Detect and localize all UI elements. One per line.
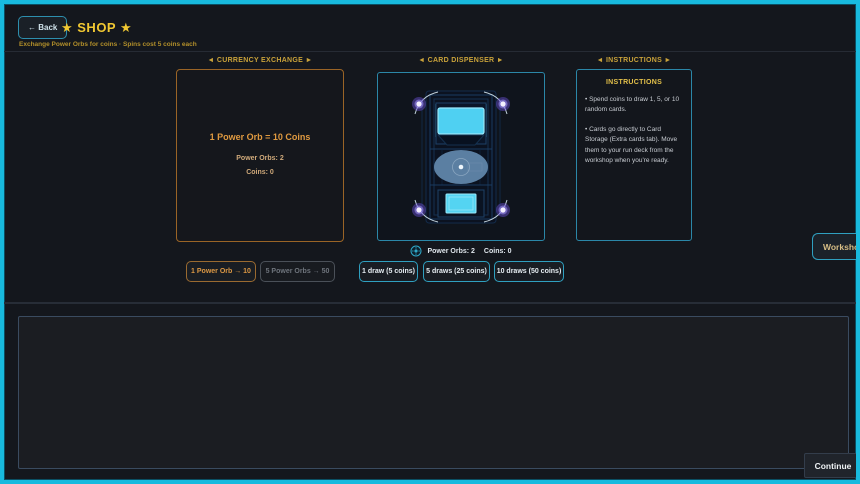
instruction-bullet: • Spend coins to draw 1, 5, or 10 random…: [585, 95, 683, 116]
card-dispenser-machine-illustration: [402, 83, 520, 231]
status-power-orbs: Power Orbs: 2: [427, 248, 474, 255]
currency-exchange-section-title: ◄ CURRENCY EXCHANGE ►: [176, 57, 344, 64]
exchange-rate-text: 1 Power Orb = 10 Coins: [210, 132, 311, 142]
exchange-1-orb-button[interactable]: 1 Power Orb → 10: [186, 261, 256, 282]
dispenser-status-row: Power Orbs: 2 Coins: 0: [377, 245, 545, 257]
shop-screen: ← Back ★ SHOP ★ Exchange Power Orbs for …: [0, 0, 860, 484]
power-orbs-count: Power Orbs: 2: [236, 155, 283, 162]
shop-subtitle: Exchange Power Orbs for coins · Spins co…: [19, 41, 197, 48]
continue-button[interactable]: Continue: [804, 453, 860, 478]
instructions-section-title: ◄ INSTRUCTIONS ►: [576, 57, 692, 64]
instructions-panel: INSTRUCTIONS • Spend coins to draw 1, 5,…: [576, 69, 692, 241]
instruction-bullet: • Cards go directly to Card Storage (Ext…: [585, 125, 683, 167]
draw-10-button[interactable]: 10 draws (50 coins): [494, 261, 564, 282]
workshop-button[interactable]: Workshop: [812, 233, 860, 260]
coins-count: Coins: 0: [246, 169, 274, 176]
middle-divider: [4, 302, 860, 304]
currency-exchange-panel: 1 Power Orb = 10 Coins Power Orbs: 2 Coi…: [176, 69, 344, 242]
card-dispenser-panel: [377, 72, 545, 241]
draw-1-button[interactable]: 1 draw (5 coins): [359, 261, 418, 282]
back-button[interactable]: ← Back: [18, 16, 67, 39]
page-title: ★ SHOP ★: [61, 20, 132, 36]
power-orb-icon: [410, 245, 422, 257]
card-dispenser-section-title: ◄ CARD DISPENSER ►: [377, 57, 545, 64]
bottom-empty-panel: [18, 316, 849, 469]
exchange-5-orbs-button[interactable]: 5 Power Orbs → 50: [260, 261, 335, 282]
draw-5-button[interactable]: 5 draws (25 coins): [423, 261, 490, 282]
header-divider: [4, 51, 860, 52]
status-coins: Coins: 0: [484, 248, 512, 255]
instructions-panel-title: INSTRUCTIONS: [585, 79, 683, 86]
